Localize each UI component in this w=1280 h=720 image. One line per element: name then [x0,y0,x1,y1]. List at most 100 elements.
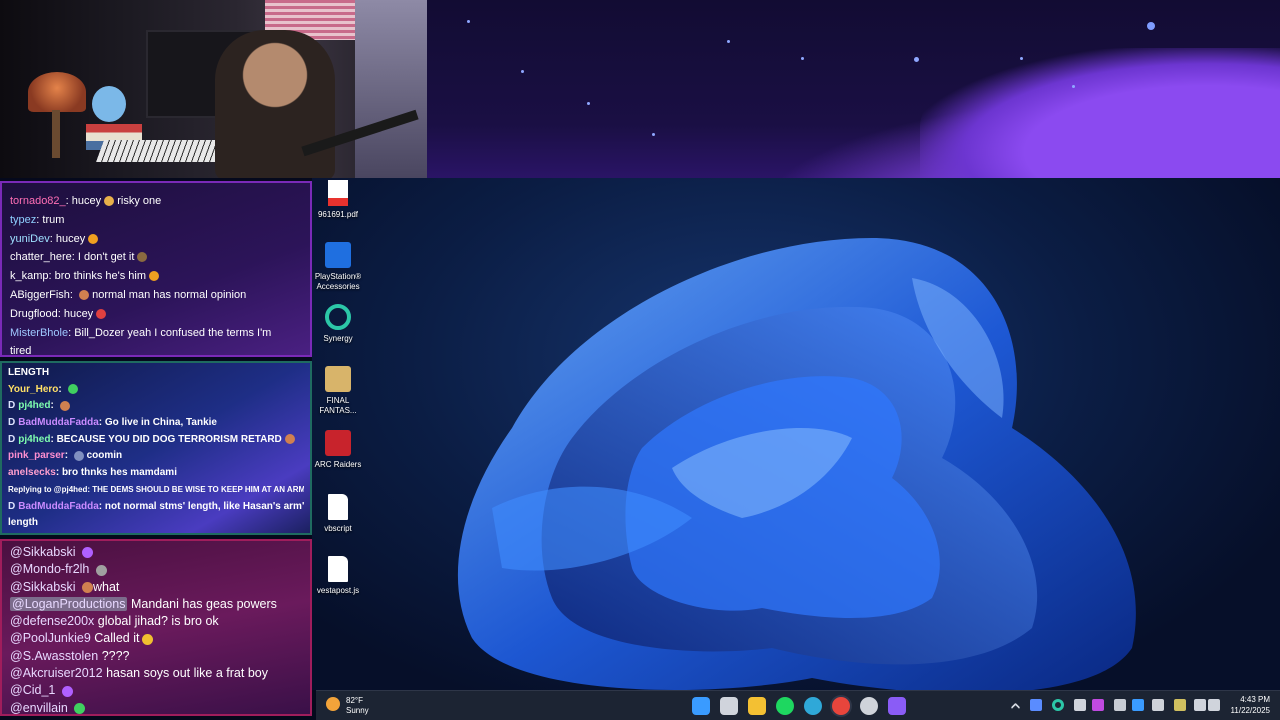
chat-username: Chevenitsu [18,534,72,535]
multi-emote [95,564,107,576]
chat-text: coomin [83,450,123,462]
desktop-icon-vestapost-js[interactable]: vestapost.js [312,556,366,596]
weather-condition: Sunny [346,706,369,715]
windows-icon[interactable] [692,697,710,715]
folder-icon[interactable] [748,697,766,715]
cat-emote [73,450,84,461]
clock-time: 4:43 PM [1240,695,1270,704]
poop-emote [137,252,148,263]
chat-text: trum [42,213,65,226]
system-clock[interactable]: 4:43 PM 11/22/2025 [1231,694,1270,716]
volume-icon[interactable] [1208,699,1220,711]
desktop-icon-vbscript[interactable]: vbscript [312,494,366,534]
chat-text: not normal stms' length, like Hasan's ar… [104,500,304,512]
chat-message: @Akcruiser2012 hasan soys out like a fra… [10,665,302,682]
chat-message: @LoganProductions Mandani has geas power… [10,596,302,613]
user-badge: D [8,417,16,429]
app-icon[interactable] [1092,699,1104,711]
green-emote [74,702,86,714]
chat-message: yuniDev: hucey [10,230,302,249]
purple-app-icon[interactable] [888,697,906,715]
webcam-overlay [0,0,427,178]
chat-message: Dpj4hed: BECAUSE YOU DID DOG TERRORISM R… [8,432,304,449]
chat-message: Your_Hero: [8,382,304,399]
obs-icon[interactable] [1152,699,1164,711]
chat-text: tired [10,345,32,357]
chat-message: anelsecks: bro thnks hes mamdami [8,467,177,479]
chat-message: @defense200x global jihad? is bro ok [10,613,302,630]
green-emote [67,384,78,395]
chat-username: ABiggerFish [10,288,70,301]
mute-icon[interactable] [1074,699,1086,711]
chat-username: pink_parser [8,450,65,462]
cloud-icon[interactable] [1132,699,1144,711]
bolt-icon[interactable] [1030,699,1042,711]
arc-raiders-icon [325,430,351,456]
mention-username: @Mondo-fr2lh [10,562,90,577]
network-icon[interactable] [1194,699,1206,711]
box-icon[interactable] [1174,699,1186,711]
chat-message: @Sikkabski what [10,579,302,596]
chat-username: k_kamp [10,270,49,283]
user-badge: D [8,534,15,535]
mention-username: @Sikkabski [10,545,76,559]
edge-icon[interactable] [804,697,822,715]
game-art-icon [325,366,351,392]
chat-message: ABiggerFish: normal man has normal opini… [10,288,247,301]
chat-message: @envillain [10,700,302,715]
chat-text: hucey [63,307,94,320]
chat-text: ???? [101,648,130,663]
ring-icon [325,304,351,330]
chat-text: global jihad? is bro ok [97,614,219,629]
chat-text: Bill_Dozer yeah I confused the terms I'm [74,326,272,339]
mention-username: @PoolJunkie9 [10,631,91,646]
desktop-icon-label: ARC Raiders [314,460,362,469]
spotify-icon[interactable] [776,697,794,715]
chat-message: @S.Awasstolen ???? [10,648,302,665]
face-emote [284,434,295,445]
user-badge: D [8,400,16,412]
chat-message: MisterBhole: Bill_Dozer yeah I confused … [10,326,272,339]
bloom-wallpaper-art [457,238,1136,690]
chat-message: D BadMuddaFadda: not normal stms' length,… [8,499,304,516]
chat-text: bro thinks he's him [54,270,147,283]
chat-username: BadMuddaFadda [18,500,99,512]
chat-panel-mentions: @Sikkabski @Mondo-fr2lh @Sikkabski what @… [0,539,312,716]
chat-message: Drugflood: hucey [10,305,302,324]
chat-message: length [8,515,304,532]
chat-text: what [92,579,120,594]
chat-text: LENGTH [8,367,50,378]
chat-message: @PoolJunkie9 Called it [10,630,302,647]
desktop-icon-label: Synergy [323,334,353,343]
chat-username: BadMuddaFadda [18,417,99,429]
chat-message: Replying to @pj4hed: THE DEMS SHOULD BE … [8,482,304,499]
chevron-up-icon[interactable] [1010,702,1021,713]
desktop-wallpaper: 961691.pdf PlayStation® Accessories Synerg… [312,178,1280,690]
chat-username: tornado82_ [10,195,66,207]
task-view-icon[interactable] [720,697,738,715]
chat-username: chatter_here [10,251,72,264]
desktop-icon-961691-pdf[interactable]: 961691.pdf [312,180,366,220]
steam-icon[interactable] [1114,699,1126,711]
taskbar: 82°F Sunny 4:43 PM 11/22/2025 [316,690,1280,720]
desktop-icon-label: 961691.pdf [317,210,359,219]
desktop-icon-final-fantasy[interactable]: FINAL FANTAS... [312,366,366,416]
chat-message: @Cid_1 [10,682,302,699]
desktop-icon-synergy[interactable]: Synergy [312,304,366,344]
face-emote [79,290,90,301]
ring-icon[interactable] [1052,699,1064,711]
chat-text: normal man has normal opinion [89,288,247,301]
mention-username: @envillain [10,700,68,715]
desktop-icon-playstation-accessories[interactable]: PlayStation® Accessories [312,242,366,292]
ring-emote [88,233,99,244]
mention-username: @Cid_1 [10,683,56,698]
obs-icon[interactable] [860,697,878,715]
chat-text: bro thnks hes mamdami [61,467,177,479]
chat-message: Dpj4hed: [8,398,304,415]
chrome-icon[interactable] [832,697,850,715]
chat-text: hucey [71,195,102,207]
chat-panel-primary: tornado82_: hucey risky one typez: trum yu… [0,181,312,357]
desktop-icon-arc-raiders[interactable]: ARC Raiders [312,430,366,470]
gamepad-icon [325,242,351,268]
chat-text: BECAUSE YOU DID DOG TERRORISM RETARD [56,433,282,445]
